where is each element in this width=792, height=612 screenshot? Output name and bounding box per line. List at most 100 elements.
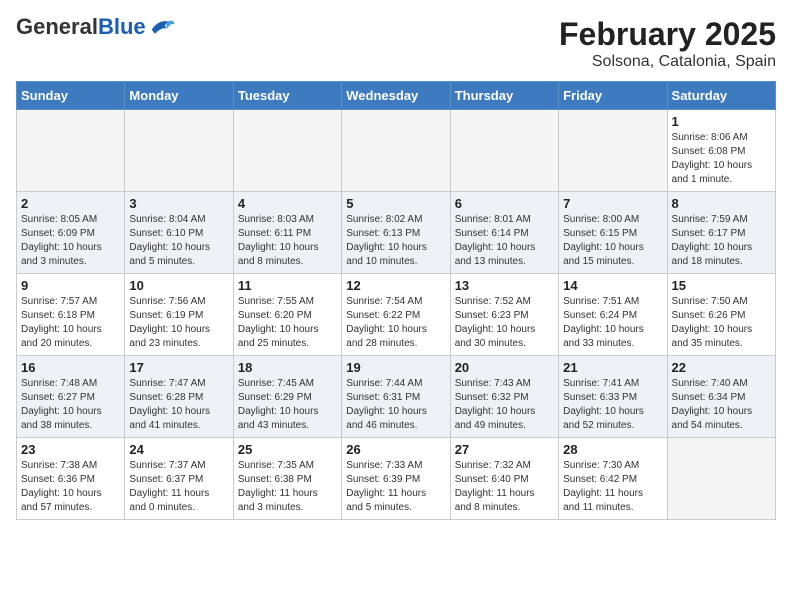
calendar-cell [667,438,775,520]
calendar-cell: 2 Sunrise: 8:05 AM Sunset: 6:09 PM Daylig… [17,192,125,274]
day-info: Sunrise: 7:47 AM Sunset: 6:28 PM Dayligh… [129,377,228,433]
calendar-cell: 6 Sunrise: 8:01 AM Sunset: 6:14 PM Daylig… [450,192,558,274]
day-number: 4 [238,196,337,211]
calendar-cell: 21Sunrise: 7:41 AM Sunset: 6:33 PM Dayli… [559,356,667,438]
calendar-cell: 27 Sunrise: 7:32 AM Sunset: 6:40 PM Dayli… [450,438,558,520]
logo-general: General [16,14,98,39]
day-info: Sunrise: 7:55 AM Sunset: 6:20 PM Dayligh… [238,295,337,351]
calendar-cell: 17 Sunrise: 7:47 AM Sunset: 6:28 PM Dayli… [125,356,233,438]
day-number: 25 [238,442,337,457]
day-number: 12 [346,278,445,293]
day-number: 22 [672,360,771,375]
calendar-cell: 25 Sunrise: 7:35 AM Sunset: 6:38 PM Dayli… [233,438,341,520]
col-header-saturday: Saturday [667,82,775,110]
title-area: February 2025 Solsona, Catalonia, Spain [559,16,776,71]
col-header-monday: Monday [125,82,233,110]
calendar-week-0: 1 Sunrise: 8:06 AM Sunset: 6:08 PM Daylig… [17,110,776,192]
day-info: Sunrise: 8:02 AM Sunset: 6:13 PM Dayligh… [346,213,445,269]
day-number: 1 [672,114,771,129]
day-info: Sunrise: 7:44 AM Sunset: 6:31 PM Dayligh… [346,377,445,433]
day-info: Sunrise: 7:45 AM Sunset: 6:29 PM Dayligh… [238,377,337,433]
day-info: Sunrise: 7:57 AM Sunset: 6:18 PM Dayligh… [21,295,120,351]
day-info: Sunrise: 8:06 AM Sunset: 6:08 PM Dayligh… [672,131,771,187]
day-number: 18 [238,360,337,375]
calendar-cell: 13Sunrise: 7:52 AM Sunset: 6:23 PM Dayli… [450,274,558,356]
day-info: Sunrise: 7:43 AM Sunset: 6:32 PM Dayligh… [455,377,554,433]
location: Solsona, Catalonia, Spain [559,53,776,71]
calendar-table: SundayMondayTuesdayWednesdayThursdayFrid… [16,81,776,520]
col-header-sunday: Sunday [17,82,125,110]
calendar-cell [559,110,667,192]
calendar-header-row: SundayMondayTuesdayWednesdayThursdayFrid… [17,82,776,110]
calendar-week-1: 2 Sunrise: 8:05 AM Sunset: 6:09 PM Daylig… [17,192,776,274]
day-number: 7 [563,196,662,211]
day-info: Sunrise: 8:00 AM Sunset: 6:15 PM Dayligh… [563,213,662,269]
day-number: 2 [21,196,120,211]
calendar-cell: 10 Sunrise: 7:56 AM Sunset: 6:19 PM Dayli… [125,274,233,356]
day-info: Sunrise: 7:37 AM Sunset: 6:37 PM Dayligh… [129,459,228,515]
day-info: Sunrise: 8:03 AM Sunset: 6:11 PM Dayligh… [238,213,337,269]
calendar-cell: 14 Sunrise: 7:51 AM Sunset: 6:24 PM Dayli… [559,274,667,356]
calendar-cell: 12 Sunrise: 7:54 AM Sunset: 6:22 PM Dayli… [342,274,450,356]
calendar-cell: 15Sunrise: 7:50 AM Sunset: 6:26 PM Dayli… [667,274,775,356]
day-number: 9 [21,278,120,293]
day-number: 24 [129,442,228,457]
logo-blue: Blue [98,14,146,39]
calendar-cell: 19 Sunrise: 7:44 AM Sunset: 6:31 PM Dayli… [342,356,450,438]
day-info: Sunrise: 7:40 AM Sunset: 6:34 PM Dayligh… [672,377,771,433]
calendar-cell: 11 Sunrise: 7:55 AM Sunset: 6:20 PM Dayli… [233,274,341,356]
calendar-cell: 9 Sunrise: 7:57 AM Sunset: 6:18 PM Daylig… [17,274,125,356]
day-info: Sunrise: 7:48 AM Sunset: 6:27 PM Dayligh… [21,377,120,433]
day-info: Sunrise: 8:01 AM Sunset: 6:14 PM Dayligh… [455,213,554,269]
calendar-cell [450,110,558,192]
day-info: Sunrise: 7:30 AM Sunset: 6:42 PM Dayligh… [563,459,662,515]
col-header-thursday: Thursday [450,82,558,110]
day-number: 26 [346,442,445,457]
day-number: 27 [455,442,554,457]
day-info: Sunrise: 7:32 AM Sunset: 6:40 PM Dayligh… [455,459,554,515]
day-number: 23 [21,442,120,457]
calendar-cell [342,110,450,192]
day-info: Sunrise: 7:41 AM Sunset: 6:33 PM Dayligh… [563,377,662,433]
calendar-cell [17,110,125,192]
calendar-cell: 24 Sunrise: 7:37 AM Sunset: 6:37 PM Dayli… [125,438,233,520]
day-number: 17 [129,360,228,375]
day-number: 8 [672,196,771,211]
day-info: Sunrise: 8:05 AM Sunset: 6:09 PM Dayligh… [21,213,120,269]
calendar-cell: 1 Sunrise: 8:06 AM Sunset: 6:08 PM Daylig… [667,110,775,192]
calendar-cell: 22 Sunrise: 7:40 AM Sunset: 6:34 PM Dayli… [667,356,775,438]
day-info: Sunrise: 8:04 AM Sunset: 6:10 PM Dayligh… [129,213,228,269]
logo-bird-icon [148,16,176,38]
day-info: Sunrise: 7:54 AM Sunset: 6:22 PM Dayligh… [346,295,445,351]
day-number: 10 [129,278,228,293]
day-info: Sunrise: 7:56 AM Sunset: 6:19 PM Dayligh… [129,295,228,351]
calendar-cell: 4 Sunrise: 8:03 AM Sunset: 6:11 PM Daylig… [233,192,341,274]
calendar-week-4: 23 Sunrise: 7:38 AM Sunset: 6:36 PM Dayli… [17,438,776,520]
header: GeneralBlue February 2025 Solsona, Catal… [16,16,776,71]
day-info: Sunrise: 7:38 AM Sunset: 6:36 PM Dayligh… [21,459,120,515]
day-number: 15 [672,278,771,293]
day-number: 16 [21,360,120,375]
calendar-cell: 7 Sunrise: 8:00 AM Sunset: 6:15 PM Daylig… [559,192,667,274]
day-info: Sunrise: 7:35 AM Sunset: 6:38 PM Dayligh… [238,459,337,515]
day-info: Sunrise: 7:33 AM Sunset: 6:39 PM Dayligh… [346,459,445,515]
day-number: 6 [455,196,554,211]
calendar-week-3: 16 Sunrise: 7:48 AM Sunset: 6:27 PM Dayli… [17,356,776,438]
day-info: Sunrise: 7:59 AM Sunset: 6:17 PM Dayligh… [672,213,771,269]
day-number: 11 [238,278,337,293]
day-number: 3 [129,196,228,211]
calendar-cell [233,110,341,192]
calendar-cell: 28Sunrise: 7:30 AM Sunset: 6:42 PM Dayli… [559,438,667,520]
col-header-tuesday: Tuesday [233,82,341,110]
day-number: 19 [346,360,445,375]
calendar-cell [125,110,233,192]
day-info: Sunrise: 7:51 AM Sunset: 6:24 PM Dayligh… [563,295,662,351]
calendar-cell: 18 Sunrise: 7:45 AM Sunset: 6:29 PM Dayli… [233,356,341,438]
day-number: 14 [563,278,662,293]
col-header-friday: Friday [559,82,667,110]
calendar-cell: 5 Sunrise: 8:02 AM Sunset: 6:13 PM Daylig… [342,192,450,274]
day-number: 5 [346,196,445,211]
month-title: February 2025 [559,16,776,53]
col-header-wednesday: Wednesday [342,82,450,110]
day-info: Sunrise: 7:52 AM Sunset: 6:23 PM Dayligh… [455,295,554,351]
